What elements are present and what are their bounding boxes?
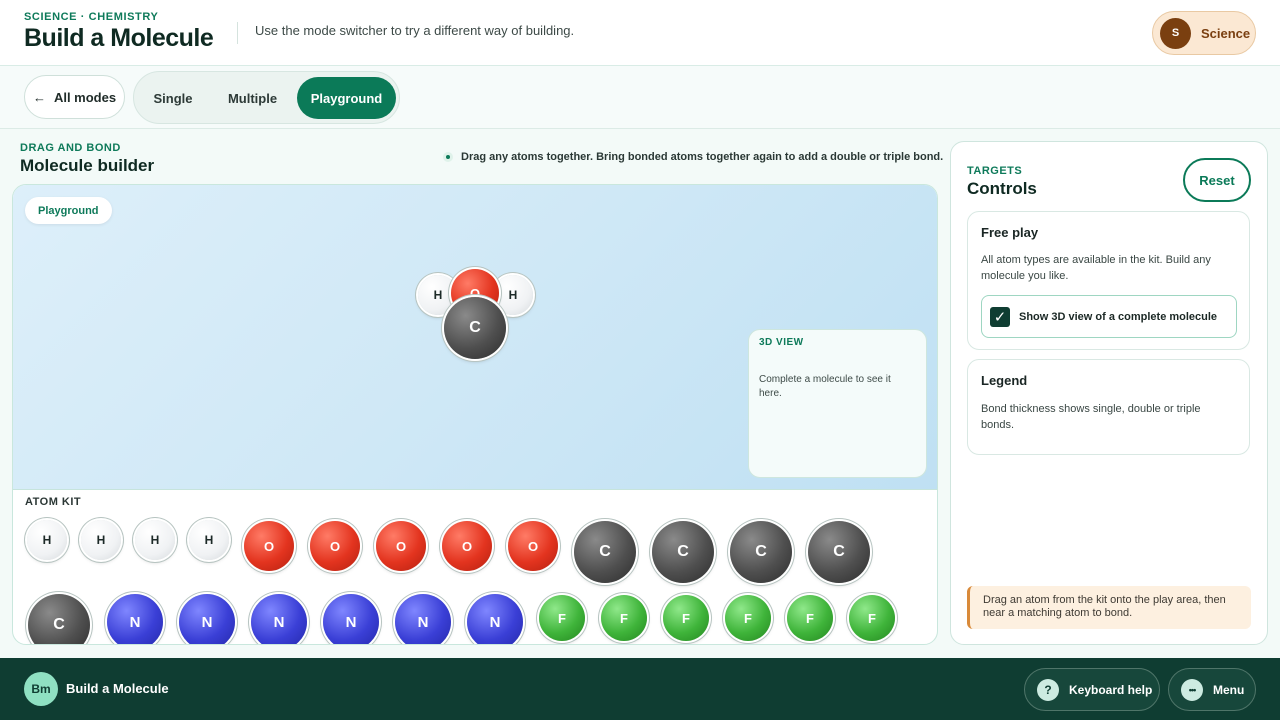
atom-kit-label: ATOM KIT <box>25 496 82 508</box>
kit-atom-carbon[interactable]: C <box>730 521 792 583</box>
kit-atom-hydrogen[interactable]: H <box>135 520 175 560</box>
app-header: SCIENCE · CHEMISTRY Build a Molecule Use… <box>0 0 1280 66</box>
kit-atom-carbon[interactable]: C <box>652 521 714 583</box>
page-subtitle: Use the mode switcher to try a different… <box>255 23 575 38</box>
builder-kicker: DRAG AND BOND <box>20 142 121 154</box>
controls-title: Controls <box>967 179 1037 198</box>
header-divider <box>237 22 238 44</box>
placed-atom-carbon[interactable]: C <box>444 297 506 359</box>
builder-hint: Drag any atoms together. Bring bonded at… <box>443 151 943 163</box>
footer-app-name: Build a Molecule <box>66 681 169 696</box>
app-logo: Bm <box>24 672 58 706</box>
arrow-left-icon: ← <box>32 89 46 105</box>
subject-label: Science <box>1201 25 1251 41</box>
question-icon: ? <box>1037 678 1059 701</box>
show-3d-checkbox-row[interactable]: ✓ Show 3D view of a complete molecule <box>981 295 1237 338</box>
mode-bar: ← All modes Single Multiple Playground <box>0 66 1280 129</box>
kit-atom-nitrogen[interactable]: N <box>467 594 523 644</box>
page-title: Build a Molecule <box>24 24 214 52</box>
more-dots-icon: ••• <box>1181 678 1203 701</box>
free-play-title: Free play <box>981 225 1039 240</box>
legend-title: Legend <box>981 373 1028 388</box>
show-3d-label: Show 3D view of a complete molecule <box>1019 310 1218 323</box>
legend-text: Bond thickness shows single, double or t… <box>981 403 1201 431</box>
avatar: S <box>1160 17 1191 49</box>
keyboard-help-label: Keyboard help <box>1069 682 1153 697</box>
instruction-note: Drag an atom from the kit onto the play … <box>967 586 1251 629</box>
kit-atom-oxygen[interactable]: O <box>310 521 360 571</box>
checkbox-checked-icon[interactable]: ✓ <box>990 306 1010 327</box>
hint-text: Drag any atoms together. Bring bonded at… <box>461 151 944 163</box>
builder-title: Molecule builder <box>20 156 155 175</box>
menu-label: Menu <box>1213 682 1245 697</box>
tab-single[interactable]: Single <box>142 77 204 119</box>
mode-switcher: Single Multiple Playground <box>133 71 400 124</box>
controls-panel: TARGETS Controls Reset Free play All ato… <box>950 141 1268 645</box>
kit-atom-fluorine[interactable]: F <box>601 595 647 641</box>
kit-atom-nitrogen[interactable]: N <box>323 594 379 644</box>
kit-atom-nitrogen[interactable]: N <box>395 594 451 644</box>
3d-view-title: 3D VIEW <box>759 337 804 348</box>
kit-atom-fluorine[interactable]: F <box>787 595 833 641</box>
kit-atom-oxygen[interactable]: O <box>442 521 492 571</box>
status-dot-icon <box>443 152 453 162</box>
controls-kicker: TARGETS <box>967 165 1023 177</box>
kit-atom-hydrogen[interactable]: H <box>189 520 229 560</box>
tab-multiple[interactable]: Multiple <box>216 77 289 119</box>
all-modes-label: All modes <box>53 89 117 105</box>
reset-button[interactable]: Reset <box>1183 158 1251 202</box>
app-footer: Bm Build a Molecule ? Keyboard help ••• … <box>0 658 1280 720</box>
free-play-text: All atom types are available in the kit.… <box>981 254 1211 282</box>
kit-atom-nitrogen[interactable]: N <box>179 594 235 644</box>
kit-atom-hydrogen[interactable]: H <box>81 520 121 560</box>
kit-atom-fluorine[interactable]: F <box>539 595 585 641</box>
breadcrumb: SCIENCE · CHEMISTRY <box>24 11 159 23</box>
subject-button[interactable]: S Science <box>1152 11 1256 55</box>
kit-atom-carbon[interactable]: C <box>808 521 870 583</box>
all-modes-button[interactable]: ← All modes <box>24 75 125 119</box>
play-area[interactable]: Playground H H O C 3D VIEW Complete a mo… <box>13 185 937 490</box>
legend-card: Legend Bond thickness shows single, doub… <box>967 359 1250 455</box>
kit-atom-fluorine[interactable]: F <box>849 595 895 641</box>
mode-badge: Playground <box>25 197 112 224</box>
kit-atom-hydrogen[interactable]: H <box>27 520 67 560</box>
molecule-builder: Playground H H O C 3D VIEW Complete a mo… <box>12 184 938 645</box>
tab-playground[interactable]: Playground <box>297 77 396 119</box>
kit-atom-nitrogen[interactable]: N <box>107 594 163 644</box>
kit-atom-fluorine[interactable]: F <box>725 595 771 641</box>
3d-view-panel: 3D VIEW Complete a molecule to see it he… <box>748 329 927 478</box>
keyboard-help-button[interactable]: ? Keyboard help <box>1024 668 1160 711</box>
kit-atom-carbon[interactable]: C <box>28 594 90 644</box>
kit-atom-nitrogen[interactable]: N <box>251 594 307 644</box>
3d-view-placeholder: Complete a molecule to see it here. <box>759 374 891 399</box>
kit-atom-oxygen[interactable]: O <box>376 521 426 571</box>
kit-atom-oxygen[interactable]: O <box>244 521 294 571</box>
kit-atom-fluorine[interactable]: F <box>663 595 709 641</box>
kit-atom-oxygen[interactable]: O <box>508 521 558 571</box>
free-play-card: Free play All atom types are available i… <box>967 211 1250 350</box>
kit-atom-carbon[interactable]: C <box>574 521 636 583</box>
menu-button[interactable]: ••• Menu <box>1168 668 1256 711</box>
